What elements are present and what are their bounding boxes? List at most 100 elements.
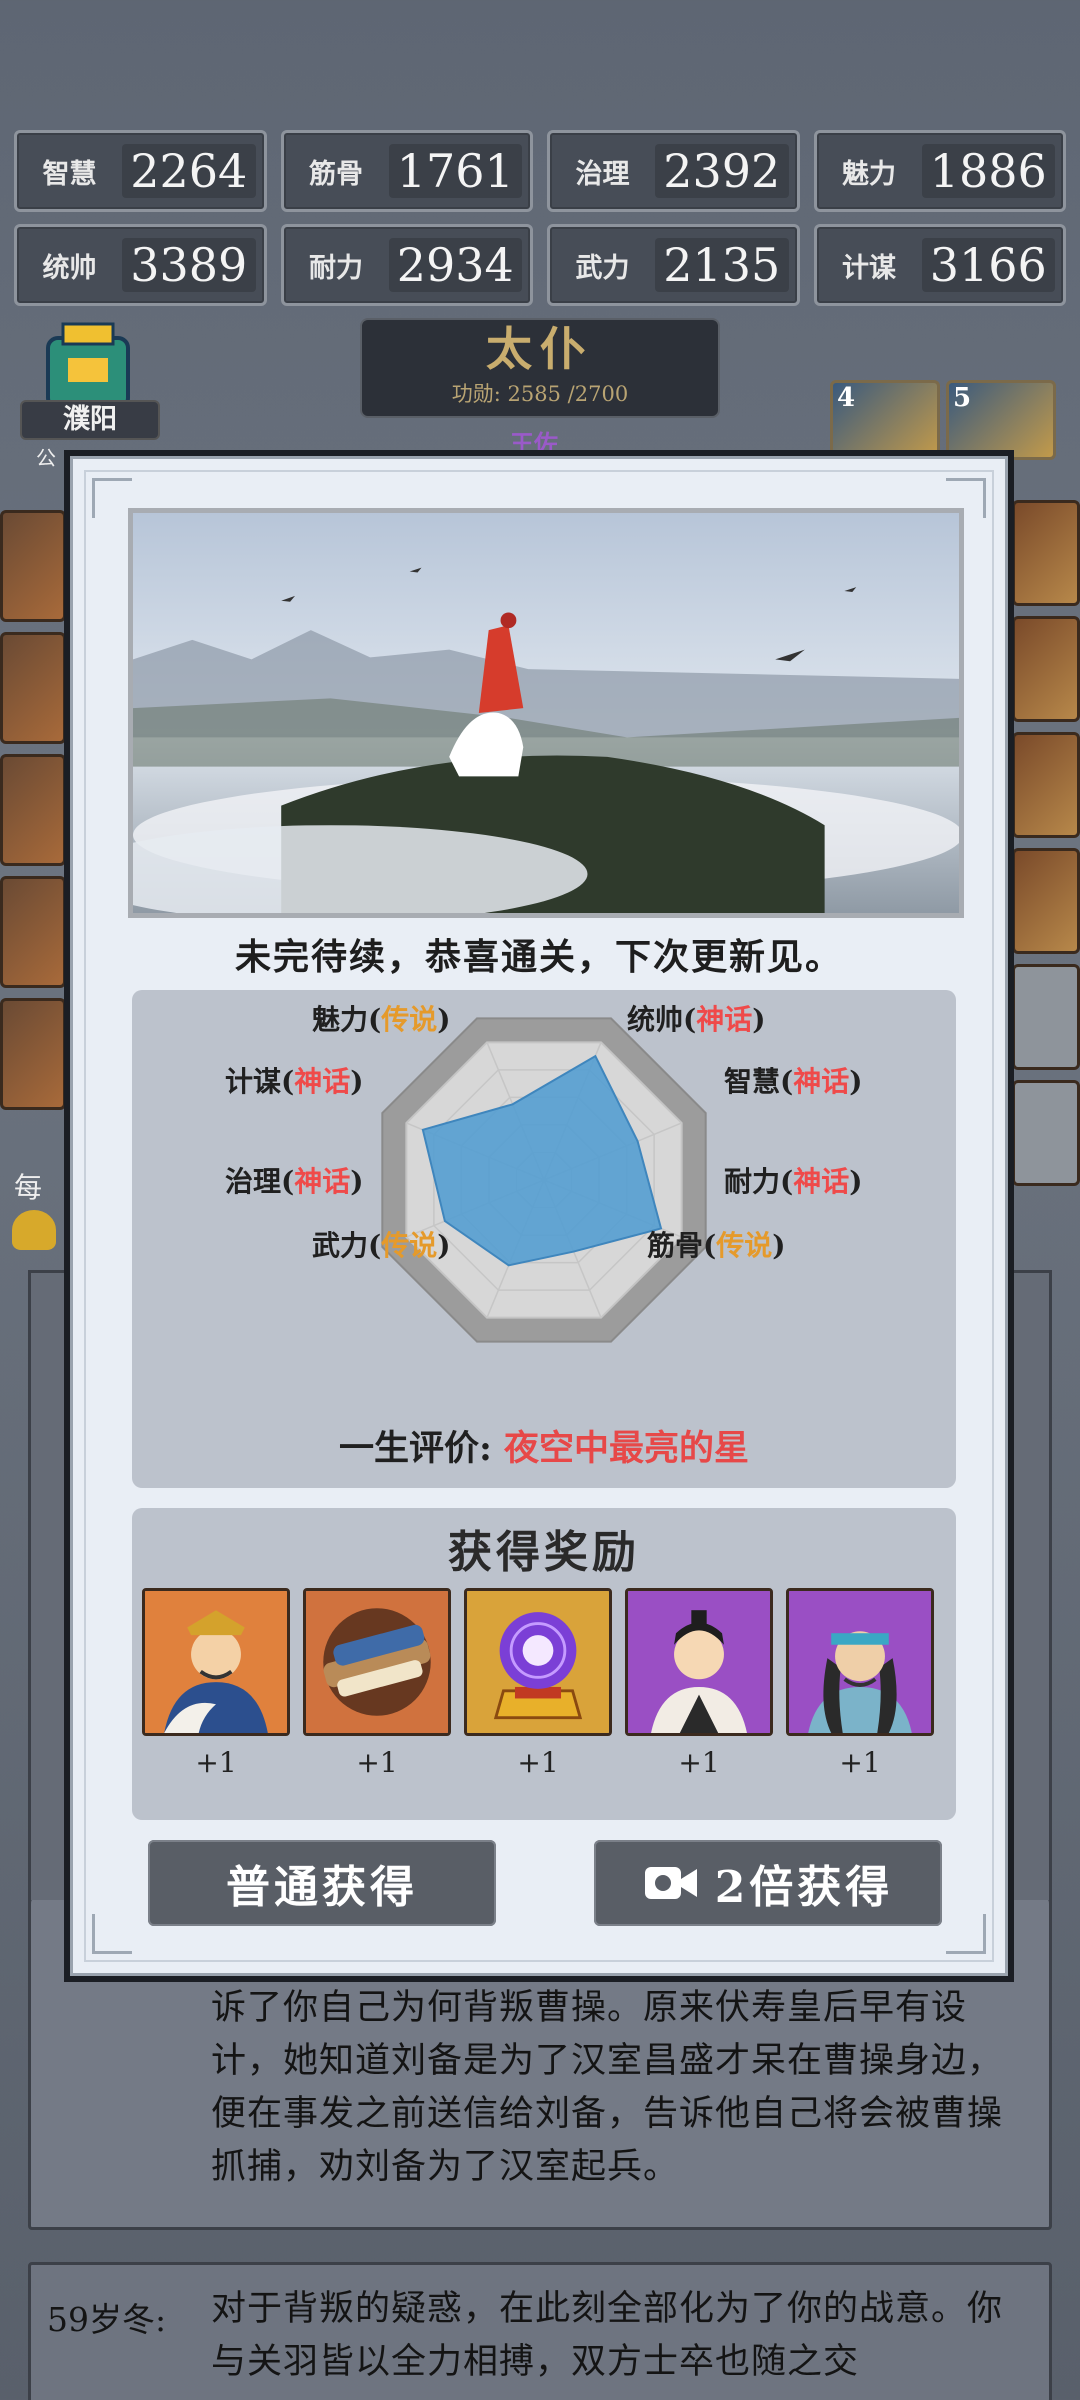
ending-illustration [128,508,964,918]
stat-name: 计谋 [842,252,896,284]
stat-value: 1761 [388,144,522,198]
stat-cell: 智慧 2264 [14,130,267,212]
stat-name: 耐力 [309,252,363,284]
axis-grade: 传说 [716,1229,773,1262]
attribute-evaluation-panel: 统帅(神话) 智慧(神话) 耐力(神话) 筋骨(传说) 武力(传说) 治理(神话… [132,990,956,1488]
event-log-age: 59岁冬: [47,2300,167,2339]
axis-name: 耐力 [724,1165,781,1198]
stat-value: 3166 [921,238,1055,292]
reward-item[interactable]: +1 [142,1588,290,1779]
axis-grade: 神话 [793,1065,850,1098]
normal-claim-button[interactable]: 普通获得 [148,1840,496,1926]
stat-name: 治理 [575,158,630,190]
corner-ornament [92,1914,132,1954]
reward-item[interactable]: +1 [303,1588,451,1779]
stat-name: 筋骨 [309,158,363,190]
rank-banner[interactable]: 太仆 功勋: 2585 /2700 [360,318,720,418]
radar-label-strategy: 计谋(神话) [225,1065,364,1098]
warrior-portrait-icon [786,1588,934,1736]
video-camera-icon [644,1867,697,1899]
reward-panel: 获得奖励 +1 +1 +1 +1 +1 [132,1508,956,1820]
stat-name: 智慧 [42,158,97,190]
card-number: 5 [953,383,972,413]
normal-claim-label: 普通获得 [226,1862,418,1913]
ending-dialog: 未完待续，恭喜通关，下次更新见。 统帅(神话) 智慧(神话) 耐力(神话) 筋骨… [64,450,1014,1982]
stat-value: 2264 [122,144,256,198]
axis-name: 武力 [312,1229,369,1262]
lifetime-value: 夜空中最亮的星 [504,1428,750,1469]
stat-cell: 耐力 2934 [280,224,533,306]
radar-label-governance: 治理(神话) [225,1165,364,1198]
locked-card[interactable] [1012,964,1080,1070]
item-card[interactable] [0,998,66,1110]
crystal-orb-icon [464,1588,612,1736]
reward-count: +1 [678,1746,720,1779]
reward-item[interactable]: +1 [464,1588,612,1779]
double-claim-button[interactable]: 2倍获得 [594,1840,942,1926]
event-log-entry[interactable]: 59岁冬: 对于背叛的疑惑，在此刻全部化为了你的战意。你与关羽皆以全力相搏，双方… [28,2262,1052,2400]
item-card[interactable] [0,754,66,866]
reward-list: +1 +1 +1 +1 +1 [142,1588,934,1779]
stat-value: 1886 [921,144,1055,198]
radar-label-stamina: 耐力(神话) [724,1165,863,1198]
radar-label-wisdom: 智慧(神话) [724,1065,863,1098]
axis-name: 治理 [225,1165,282,1198]
axis-name: 筋骨 [647,1229,704,1262]
scholar-portrait-icon [625,1588,773,1736]
attribute-grid: 智慧 2264 筋骨 1761 治理 2392 魅力 1886 统帅 3389 耐力 293… [14,130,1066,306]
stat-cell: 计谋 3166 [813,224,1066,306]
city-tail: 公 [36,446,56,470]
stat-cell: 魅力 1886 [813,130,1066,212]
stat-value: 2392 [655,144,789,198]
reward-item[interactable]: +1 [786,1588,934,1779]
stat-name: 魅力 [842,158,896,190]
item-card[interactable] [0,876,66,988]
corner-ornament [92,478,132,518]
reward-count: +1 [517,1746,559,1779]
left-card-column [0,510,66,1120]
axis-name: 智慧 [724,1065,781,1098]
stat-value: 2934 [388,238,522,292]
corner-ornament [946,1914,986,1954]
ending-caption: 未完待续，恭喜通关，下次更新见。 [234,936,843,978]
axis-name: 计谋 [225,1065,282,1098]
axis-grade: 神话 [294,1165,351,1198]
reward-count: +1 [839,1746,881,1779]
axis-grade: 神话 [294,1065,351,1098]
item-card[interactable] [0,510,66,622]
stat-value: 3389 [122,238,256,292]
stat-value: 2135 [655,238,789,292]
item-card[interactable] [0,632,66,744]
radar-label-force: 武力(传说) [312,1229,451,1262]
city-name[interactable]: 濮阳 [20,400,160,440]
character-card[interactable]: 5 [946,380,1056,460]
axis-name: 统帅 [627,1003,684,1036]
reward-count: +1 [356,1746,398,1779]
event-log-text: 对于背叛的疑惑，在此刻全部化为了你的战意。你与关羽皆以全力相搏，双方士卒也随之交 [211,2289,1004,2382]
radar-label-command: 统帅(神话) [627,1003,766,1036]
axis-grade: 神话 [793,1165,850,1198]
character-card[interactable] [1012,848,1080,954]
rank-merit: 功勋: 2585 /2700 [451,382,629,406]
gold-ingot-icon [12,1210,56,1250]
stat-cell: 筋骨 1761 [280,130,533,212]
stat-cell: 武力 2135 [547,224,800,306]
each-label: 每 [14,1171,43,1204]
stat-cell: 治理 2392 [547,130,800,212]
event-log-text: 诉了你自己为何背叛曹操。原来伏寿皇后早有设计，她知道刘备是为了汉室昌盛才呆在曹操… [211,1988,1004,2187]
double-claim-label: 2倍获得 [714,1862,894,1913]
top-card-row: 4 5 [830,380,1080,460]
locked-card[interactable] [1012,1080,1080,1186]
card-number: 4 [837,383,856,413]
character-card[interactable]: 4 [830,380,940,460]
character-card[interactable] [1012,616,1080,722]
character-card[interactable] [1012,500,1080,606]
character-card[interactable] [1012,732,1080,838]
radar-label-charm: 魅力(传说) [312,1003,451,1036]
reward-title: 获得奖励 [448,1527,640,1578]
axis-grade: 传说 [381,1003,438,1036]
axis-grade: 传说 [381,1229,438,1262]
reward-item[interactable]: +1 [625,1588,773,1779]
rank-title: 太仆 [486,322,594,376]
stat-name: 统帅 [42,252,97,284]
